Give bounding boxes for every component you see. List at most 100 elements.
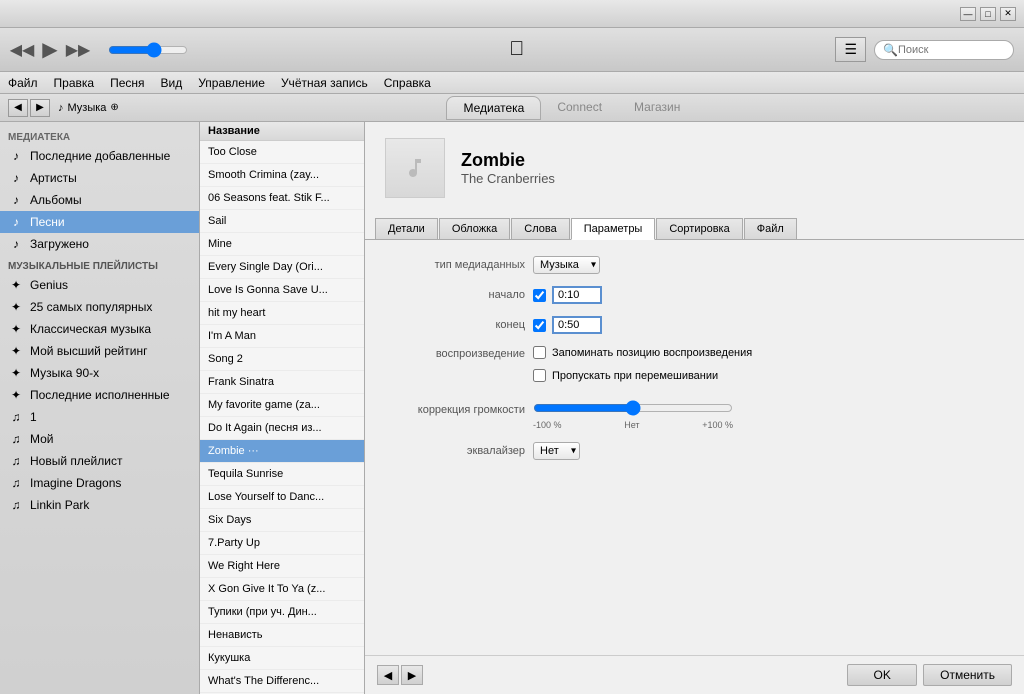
media-type-row: тип медиаданных Музыка [385,256,1004,274]
list-item[interactable]: Lose Yourself to Danc... [200,486,364,509]
sidebar-item-classical[interactable]: ✦ Классическая музыка [0,318,199,340]
list-item[interactable]: Frank Sinatra [200,371,364,394]
sidebar-item-genius[interactable]: ✦ Genius [0,274,199,296]
list-item[interactable]: We Right Here [200,555,364,578]
sidebar-item-downloaded[interactable]: ♪ Загружено [0,233,199,255]
tab-file[interactable]: Файл [744,218,797,239]
menu-edit[interactable]: Правка [54,76,95,90]
volume-correction-slider[interactable] [533,400,733,416]
end-checkbox[interactable] [533,319,546,332]
menu-view[interactable]: Вид [161,76,183,90]
start-checkbox[interactable] [533,289,546,302]
sidebar-item-imagine[interactable]: ♫ Imagine Dragons [0,472,199,494]
sidebar-item-toprated[interactable]: ✦ Мой высший рейтинг [0,340,199,362]
tab-artwork[interactable]: Обложка [439,218,510,239]
recent-played-icon: ✦ [8,387,24,403]
sidebar-item-songs[interactable]: ♪ Песни [0,211,199,233]
next-button[interactable]: ▶▶ [66,38,90,62]
equalizer-select-wrapper: Нет [533,442,580,460]
maximize-button[interactable]: □ [980,7,996,21]
media-type-select-wrapper: Музыка [533,256,600,274]
equalizer-select[interactable]: Нет [533,442,580,460]
media-type-select[interactable]: Музыка [533,256,600,274]
list-item[interactable]: Every Single Day (Ori... [200,256,364,279]
list-item[interactable]: Do It Again (песня из... [200,417,364,440]
list-item[interactable]: 7.Party Up [200,532,364,555]
footer-next-button[interactable]: ▶ [401,665,423,685]
menu-account[interactable]: Учётная запись [281,76,368,90]
sidebar-item-recent-played[interactable]: ✦ Последние исполненные [0,384,199,406]
list-item[interactable]: Love Is Gonna Save U... [200,279,364,302]
sidebar-item-artists[interactable]: ♪ Артисты [0,167,199,189]
sidebar-label-new-playlist: Новый плейлист [30,454,122,468]
menu-controls[interactable]: Управление [198,76,265,90]
tab-store[interactable]: Магазин [618,96,696,120]
menu-song[interactable]: Песня [110,76,144,90]
artists-icon: ♪ [8,170,24,186]
sidebar-item-1[interactable]: ♫ 1 [0,406,199,428]
list-item[interactable]: Too Close [200,141,364,164]
list-item[interactable]: I'm A Man [200,325,364,348]
volume-correction: -100 % Нет +100 % [533,400,733,430]
start-time-input[interactable] [552,286,602,304]
equalizer-value: Нет [533,442,580,460]
menu-file[interactable]: Файл [8,76,38,90]
footer-prev-button[interactable]: ◀ [377,665,399,685]
sidebar: МЕДИАТЕКА ♪ Последние добавленные ♪ Арти… [0,122,200,694]
cancel-button[interactable]: Отменить [923,664,1012,686]
remember-pos-row: Запоминать позицию воспроизведения [533,346,752,359]
vol-minus-label: -100 % [533,420,562,430]
sidebar-label-classical: Классическая музыка [30,322,151,336]
tab-details[interactable]: Детали [375,218,438,239]
sidebar-item-albums[interactable]: ♪ Альбомы [0,189,199,211]
tab-connect[interactable]: Connect [541,96,618,120]
skip-shuffle-checkbox[interactable] [533,369,546,382]
list-item[interactable]: Six Days [200,509,364,532]
sidebar-label-toprated: Мой высший рейтинг [30,344,147,358]
song-list-header: Название [200,122,364,141]
sidebar-item-new-playlist[interactable]: ♫ Новый плейлист [0,450,199,472]
sidebar-item-linkin[interactable]: ♫ Linkin Park [0,494,199,516]
list-item[interactable]: My favorite game (za... [200,394,364,417]
list-item[interactable]: Тупики (при уч. Дин... [200,601,364,624]
window-controls[interactable]: — □ ✕ [960,7,1016,21]
end-time-input[interactable] [552,316,602,334]
album-art [385,138,445,198]
list-item[interactable]: Sail [200,210,364,233]
list-item[interactable]: Ненависть [200,624,364,647]
start-time-row: начало [385,286,1004,304]
list-item[interactable]: Кукушка [200,647,364,670]
location-label: Музыка [68,102,107,114]
tab-lyrics[interactable]: Слова [511,218,569,239]
list-item[interactable]: X Gon Give It To Ya (z... [200,578,364,601]
close-button[interactable]: ✕ [1000,7,1016,21]
menu-help[interactable]: Справка [384,76,431,90]
sidebar-item-top25[interactable]: ✦ 25 самых популярных [0,296,199,318]
sidebar-item-recent[interactable]: ♪ Последние добавленные [0,145,199,167]
ok-button[interactable]: OK [847,664,917,686]
list-item[interactable]: What's The Differenc... [200,670,364,693]
volume-slider[interactable] [108,42,188,58]
minimize-button[interactable]: — [960,7,976,21]
list-item[interactable]: Smooth Crimina (zay... [200,164,364,187]
sidebar-item-90s[interactable]: ✦ Музыка 90-х [0,362,199,384]
list-item[interactable]: 06 Seasons feat. Stik F... [200,187,364,210]
list-item-active[interactable]: Zombie ··· [200,440,364,463]
nav-forward[interactable]: ▶ [30,99,50,117]
tab-sorting[interactable]: Сортировка [656,218,742,239]
list-view-button[interactable]: ☰ [835,37,866,62]
list-item[interactable]: Song 2 [200,348,364,371]
prev-button[interactable]: ◀◀ [10,38,34,62]
play-button[interactable]: ▶ [38,38,62,62]
list-item[interactable]: Mine [200,233,364,256]
list-item[interactable]: Tequila Sunrise [200,463,364,486]
title-bar: — □ ✕ [0,0,1024,28]
list-item[interactable]: hit my heart [200,302,364,325]
search-input[interactable] [898,44,1005,56]
sidebar-item-moy[interactable]: ♫ Мой [0,428,199,450]
nav-back[interactable]: ◀ [8,99,28,117]
remember-pos-checkbox[interactable] [533,346,546,359]
tab-params[interactable]: Параметры [571,218,656,240]
tab-library[interactable]: Медиатека [446,96,541,120]
vol-none-label: Нет [624,420,639,430]
